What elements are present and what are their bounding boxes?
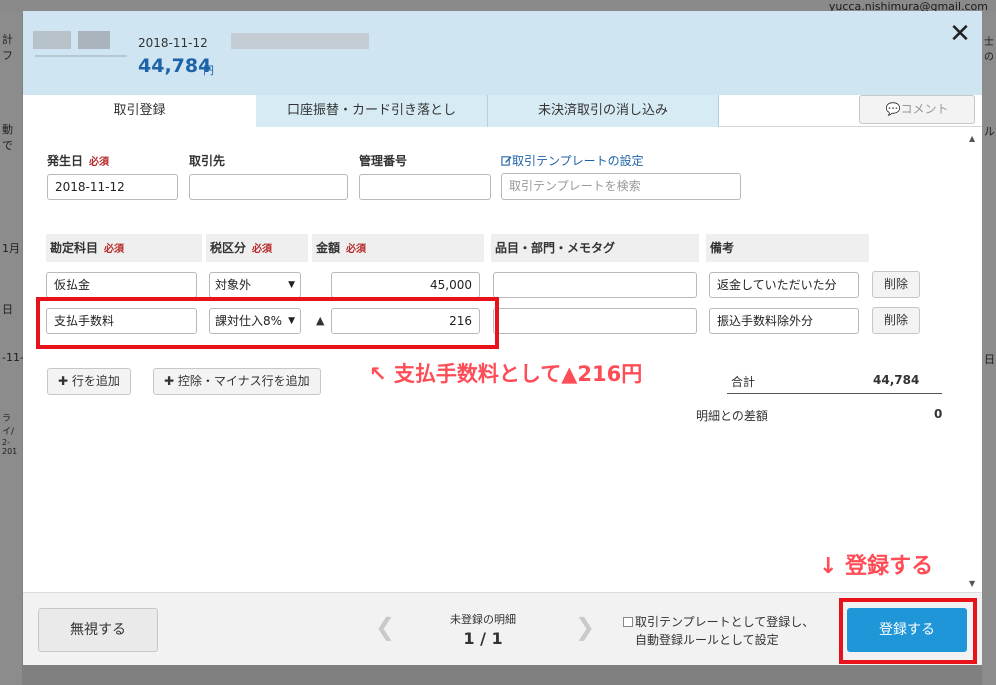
bg-fragment: 動で	[2, 123, 13, 152]
modal-header: 2018-11-12 44,784 円 ✕	[23, 11, 982, 95]
bg-fragment: ル	[984, 125, 995, 138]
background-left-panel: 計フ 動で 1月 日 -11- ライ/ 2-201	[0, 13, 24, 685]
masked-text-block	[231, 33, 369, 49]
masked-text-block	[78, 31, 110, 49]
diff-label: 明細との差額	[696, 409, 768, 423]
remarks-input[interactable]: 振込手数料除外分	[709, 308, 859, 334]
required-badge: 必須	[89, 157, 110, 168]
header-amount: 金額 必須	[312, 234, 484, 262]
delete-row-button[interactable]: 削除	[872, 271, 920, 298]
fee-annotation: ↖ 支払手数料として▲216円	[369, 362, 643, 386]
bg-fragment: 日	[2, 303, 13, 316]
comment-button[interactable]: 💬コメント	[859, 95, 975, 124]
chevron-down-icon: ▼	[288, 280, 295, 290]
scroll-down-icon[interactable]: ▼	[969, 579, 975, 588]
add-row-button[interactable]: ✚ 行を追加	[47, 368, 131, 395]
partner-input[interactable]	[189, 174, 348, 200]
masked-text-block	[33, 31, 71, 49]
template-search-input[interactable]: 取引テンプレートを検索	[501, 173, 741, 200]
template-rule-checkbox[interactable]	[623, 617, 633, 627]
tab-transaction-registration[interactable]: 取引登録	[23, 95, 256, 127]
bg-fragment: 計フ	[2, 33, 13, 62]
bg-fragment: 2-201	[2, 438, 18, 456]
header-account: 勘定科目 必須	[46, 234, 202, 262]
plus-icon: ✚	[164, 374, 175, 388]
bg-fragment: 日	[984, 353, 995, 366]
delete-row-button[interactable]: 削除	[872, 307, 920, 334]
highlight-box	[36, 297, 499, 349]
masked-underline	[35, 55, 127, 57]
header-unit: 円	[203, 64, 214, 77]
bg-fragment: 士の	[984, 37, 994, 63]
modal-footer: 無視する ❮ 未登録の明細 1 / 1 ❯ 取引テンプレートとして登録し、 自動…	[23, 592, 982, 665]
tab-unsettled-reconcile[interactable]: 未決済取引の消し込み	[488, 95, 719, 127]
template-rule-label: 取引テンプレートとして登録し、 自動登録ルールとして設定	[635, 615, 815, 647]
header-amount: 44,784	[138, 55, 212, 77]
close-icon[interactable]: ✕	[948, 21, 972, 47]
amount-input[interactable]: 45,000	[331, 272, 480, 298]
issue-date-label: 発生日 必須	[47, 154, 110, 168]
page-indicator: 1 / 1	[463, 629, 503, 648]
tax-select[interactable]: 対象外 ▼	[209, 272, 301, 298]
edit-icon	[501, 156, 512, 166]
highlight-box	[839, 598, 977, 664]
tab-account-transfer[interactable]: 口座振替・カード引き落とし	[256, 95, 488, 127]
items-input[interactable]	[493, 272, 697, 298]
total-value: 44,784	[873, 373, 920, 387]
remarks-input[interactable]: 返金していただいた分	[709, 272, 859, 298]
scroll-up-icon[interactable]: ▲	[969, 134, 975, 143]
header-items: 品目・部門・メモタグ	[491, 234, 699, 262]
chevron-right-icon[interactable]: ❯	[575, 613, 595, 641]
bg-fragment: ライ/	[2, 414, 15, 437]
header-tax: 税区分 必須	[206, 234, 308, 262]
background-right-panel: 士の ル 日	[982, 13, 996, 685]
add-deduction-row-button[interactable]: ✚ 控除・マイナス行を追加	[153, 368, 321, 395]
template-settings-link[interactable]: 取引テンプレートの設定	[501, 152, 644, 169]
header-date: 2018-11-12	[138, 36, 208, 50]
issue-date-input[interactable]: 2018-11-12	[47, 174, 178, 200]
chevron-left-icon[interactable]: ❮	[375, 613, 395, 641]
diff-value: 0	[934, 407, 943, 421]
bg-fragment: 1月	[2, 242, 20, 255]
ignore-button[interactable]: 無視する	[38, 608, 158, 652]
tab-bar: 取引登録 口座振替・カード引き落とし 未決済取引の消し込み	[23, 95, 982, 127]
total-label: 合計	[731, 375, 756, 389]
partner-label: 取引先	[189, 154, 226, 168]
items-input[interactable]	[493, 308, 697, 334]
mgmt-number-input[interactable]	[359, 174, 491, 200]
bg-fragment: -11-	[2, 351, 24, 364]
summary-divider	[727, 393, 942, 394]
account-input[interactable]: 仮払金	[46, 272, 197, 298]
plus-icon: ✚	[58, 374, 69, 388]
transaction-modal: 2018-11-12 44,784 円 ✕ 取引登録 口座振替・カード引き落とし…	[23, 11, 982, 665]
unregistered-label: 未登録の明細	[450, 613, 516, 626]
register-annotation: ↓ 登録する	[819, 554, 934, 579]
header-remarks: 備考	[706, 234, 869, 262]
mgmt-number-label: 管理番号	[359, 154, 408, 168]
